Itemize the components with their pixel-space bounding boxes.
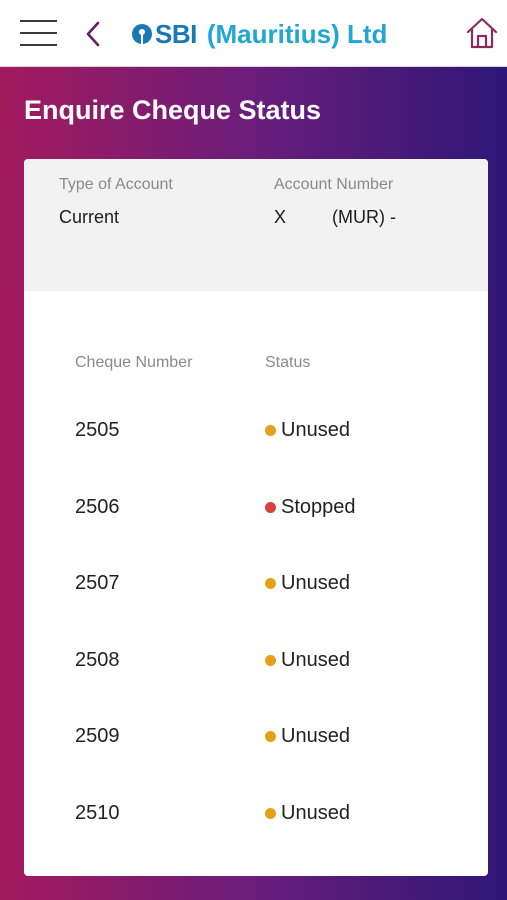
status-dot-icon — [265, 807, 276, 819]
cheque-row: 2505 Unused — [24, 419, 488, 459]
status-dot-icon — [265, 501, 276, 513]
cheque-number: 2505 — [75, 419, 120, 441]
cheque-status: Unused — [265, 725, 350, 748]
brand-name-text: (Mauritius) Ltd — [206, 18, 388, 49]
account-summary: Type of Account Current Account Number X… — [24, 159, 488, 291]
cheque-number: 2510 — [75, 801, 120, 824]
status-dot-icon — [265, 425, 276, 436]
cheque-status: Unused — [265, 572, 350, 595]
cheque-row: 2507 Unused — [24, 572, 488, 612]
status-text: Unused — [281, 648, 350, 671]
home-icon[interactable] — [465, 16, 499, 50]
brand-logo: SBI (Mauritius) Ltd — [131, 17, 387, 51]
account-type-value: Current — [59, 207, 120, 227]
sbi-logo-icon — [132, 24, 152, 44]
cheque-number: 2509 — [75, 725, 120, 747]
status-dot-icon — [265, 578, 276, 589]
cheque-number: 2508 — [75, 648, 120, 671]
cheque-row: 2506 Stopped — [24, 496, 488, 536]
cheque-status-card: Type of Account Current Account Number X… — [24, 159, 488, 876]
back-chevron-icon[interactable] — [82, 20, 104, 48]
cheque-row: 2509 Unused — [24, 725, 488, 765]
cheque-status: Unused — [265, 649, 350, 672]
cheque-row: 2510 Unused — [24, 802, 488, 842]
status-text: Unused — [281, 801, 350, 824]
status-dot-icon — [265, 654, 276, 666]
status-column-header: Status — [265, 354, 311, 371]
app-header: SBI (Mauritius) Ltd — [0, 0, 507, 67]
account-number-currency: (MUR) - — [332, 207, 396, 227]
status-dot-icon — [265, 731, 276, 742]
cheque-number: 2506 — [75, 495, 120, 518]
cheque-number-column-header: Cheque Number — [75, 354, 193, 371]
cheque-status: Unused — [265, 802, 350, 825]
menu-icon[interactable] — [20, 20, 57, 47]
status-text: Unused — [281, 572, 350, 594]
status-text: Stopped — [281, 495, 356, 518]
page-title: Enquire Cheque Status — [24, 95, 322, 125]
status-text: Unused — [281, 419, 350, 441]
account-type-label: Type of Account — [59, 176, 173, 193]
account-number-prefix: X — [274, 207, 287, 227]
cheque-row: 2508 Unused — [24, 649, 488, 689]
brand-sbi-text: SBI — [155, 18, 197, 49]
status-text: Unused — [281, 725, 350, 747]
cheque-number: 2507 — [75, 572, 120, 594]
cheque-status: Stopped — [265, 496, 356, 519]
cheque-status: Unused — [265, 419, 350, 442]
account-number-label: Account Number — [274, 176, 394, 193]
